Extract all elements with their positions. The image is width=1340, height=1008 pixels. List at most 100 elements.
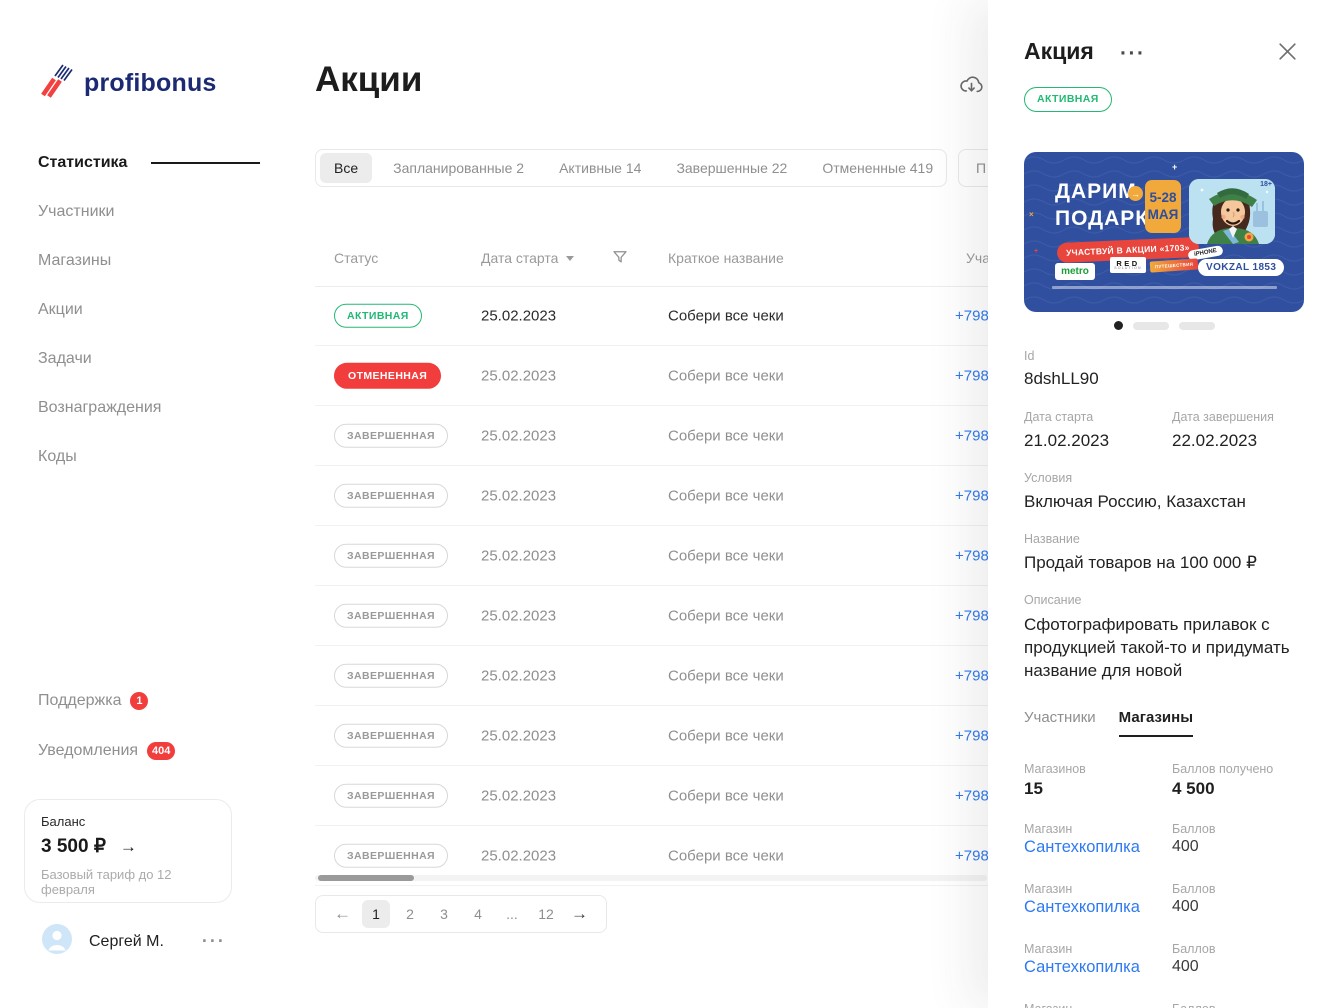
shop-link[interactable]: Сантехкопилка [1024,838,1140,857]
panel-tab-0[interactable]: Участники [1024,709,1096,737]
sidebar-item-2[interactable]: Магазины [38,250,260,272]
filter-tab-4[interactable]: Отмененные 419 [808,153,947,183]
ellipsis-menu-icon[interactable]: ··· [1120,42,1145,66]
logo[interactable]: profibonus [38,64,217,103]
page-button-3[interactable]: 3 [430,900,458,928]
shop-link[interactable]: Сантехкопилка [1024,958,1140,977]
participant-phone-link[interactable]: +798 [955,367,989,384]
banner-headline: ДАРИМ [1055,180,1137,203]
carousel-dot-active[interactable] [1114,321,1123,330]
balance-card[interactable]: Баланс 3 500 ₽ → Базовый тариф до 12 фев… [24,799,232,903]
notifications-label: Уведомления [38,742,139,759]
start-date-cell: 25.02.2023 [481,847,557,864]
filter-tab-2[interactable]: Активные 14 [545,153,655,183]
sparkle-icon: + [1172,162,1178,172]
promo-banner-image[interactable]: + × + ДАРИМ → ПОДАРКИ 5-28 МАЯ УЧАСТВУЙ В… [1024,152,1304,312]
participant-phone-link[interactable]: +798 [955,427,989,444]
sidebar-item-support[interactable]: Поддержка 1 [38,692,149,710]
sidebar-item-5[interactable]: Вознаграждения [38,397,260,419]
filter-funnel-icon[interactable] [611,248,629,271]
shop-points-label: Баллов [1172,822,1216,836]
filter-tab-3[interactable]: Завершенные 22 [662,153,801,183]
close-icon[interactable] [1276,40,1299,68]
filter-tab-1[interactable]: Запланированные 2 [379,153,538,183]
participant-phone-link[interactable]: +798 [955,487,989,504]
table-row[interactable]: ЗАВЕРШЕННАЯ 25.02.2023 Собери все чеки +798 [315,586,995,646]
ellipsis-menu-icon[interactable]: ··· [202,931,226,952]
participant-phone-link[interactable]: +798 [955,307,989,324]
participant-phone-link[interactable]: +798 [955,667,989,684]
user-name: Сергей М. [89,932,164,950]
user-profile[interactable]: Сергей М. ··· [42,924,226,959]
prev-page-arrow-icon[interactable]: ← [326,904,359,924]
export-download-icon[interactable] [958,72,985,103]
shops-count-value: 15 [1024,779,1043,798]
panel-tab-1[interactable]: Магазины [1118,709,1194,737]
participant-phone-link[interactable]: +798 [955,607,989,624]
start-date-cell: 25.02.2023 [481,787,557,804]
participant-phone-link[interactable]: +798 [955,787,989,804]
column-participant: Уча [966,250,990,266]
sidebar-item-label: Вознаграждения [38,399,162,416]
carousel-dot[interactable] [1133,321,1169,330]
panel-title: Акция [1024,38,1094,64]
table-row[interactable]: ЗАВЕРШЕННАЯ 25.02.2023 Собери все чеки +798 [315,406,995,466]
shop-row: Магазин Баллов [1024,1002,1304,1008]
conditions-label: Условия [1024,471,1073,485]
short-name-cell: Собери все чеки [668,607,784,624]
logo-text: profibonus [84,69,217,97]
shop-points: 400 [1172,838,1199,855]
shop-row: Магазин Баллов Сантехкопилка 400 [1024,882,1304,924]
sidebar-item-4[interactable]: Задачи [38,348,260,370]
table-row[interactable]: ЗАВЕРШЕННАЯ 25.02.2023 Собери все чеки +798 [315,766,995,826]
sidebar-item-3[interactable]: Акции [38,299,260,321]
table-row[interactable]: АКТИВНАЯ 25.02.2023 Собери все чеки +798 [315,286,995,346]
table-row[interactable]: ЗАВЕРШЕННАЯ 25.02.2023 Собери все чеки +798 [315,526,995,586]
status-cell: ЗАВЕРШЕННАЯ [334,423,449,448]
status-cell: ОТМЕНЕННАЯ [334,362,442,389]
page-button-12[interactable]: 12 [532,900,560,928]
red-solution-logo: RED SOLUTION [1110,257,1146,273]
table-header: Статус Дата старта Краткое название Уча [315,240,995,287]
support-badge: 1 [130,692,149,710]
sidebar-item-notifications[interactable]: Уведомления 404 [38,742,176,760]
shop-points: 400 [1172,898,1199,915]
page-button-4[interactable]: 4 [464,900,492,928]
status-badge: АКТИВНАЯ [1024,87,1112,112]
arrow-right-icon[interactable]: → [120,837,137,857]
age-rating: 18+ [1260,181,1272,188]
sidebar-item-label: Акции [38,301,83,318]
shop-link[interactable]: Сантехкопилка [1024,898,1140,917]
status-badge: АКТИВНАЯ [334,303,422,328]
vokzal-logo: VOKZAL 1853 [1198,259,1285,276]
horizontal-scrollbar-thumb[interactable] [318,875,414,881]
sidebar-item-1[interactable]: Участники [38,201,260,223]
sparkle-icon: × [1029,210,1034,219]
balance-amount: 3 500 ₽ [41,836,106,857]
carousel-dot[interactable] [1179,321,1215,330]
page-button-1[interactable]: 1 [362,900,390,928]
table-row[interactable]: ОТМЕНЕННАЯ 25.02.2023 Собери все чеки +798 [315,346,995,406]
participant-phone-link[interactable]: +798 [955,847,989,864]
shop-name-label: Магазин [1024,942,1073,956]
column-start-date[interactable]: Дата старта [481,250,575,266]
participant-phone-link[interactable]: +798 [955,727,989,744]
page-button-...[interactable]: ... [498,900,526,928]
status-cell: ЗАВЕРШЕННАЯ [334,843,449,868]
table-row[interactable]: ЗАВЕРШЕННАЯ 25.02.2023 Собери все чеки +798 [315,646,995,706]
filter-tab-0[interactable]: Все [320,153,373,183]
support-label: Поддержка [38,692,122,709]
status-cell: ЗАВЕРШЕННАЯ [334,483,449,508]
next-page-arrow-icon[interactable]: → [563,904,596,924]
sidebar-item-0[interactable]: Статистика [38,152,260,174]
page-button-2[interactable]: 2 [396,900,424,928]
sort-caret-icon[interactable] [566,255,575,261]
table-row[interactable]: ЗАВЕРШЕННАЯ 25.02.2023 Собери все чеки +798 [315,706,995,766]
participant-phone-link[interactable]: +798 [955,547,989,564]
status-badge: ЗАВЕРШЕННАЯ [334,783,449,808]
short-name-cell: Собери все чеки [668,727,784,744]
table-row[interactable]: ЗАВЕРШЕННАЯ 25.02.2023 Собери все чеки +798 [315,466,995,526]
horizontal-scrollbar-track[interactable] [315,875,987,881]
status-cell: ЗАВЕРШЕННАЯ [334,723,449,748]
sidebar-item-6[interactable]: Коды [38,446,260,468]
